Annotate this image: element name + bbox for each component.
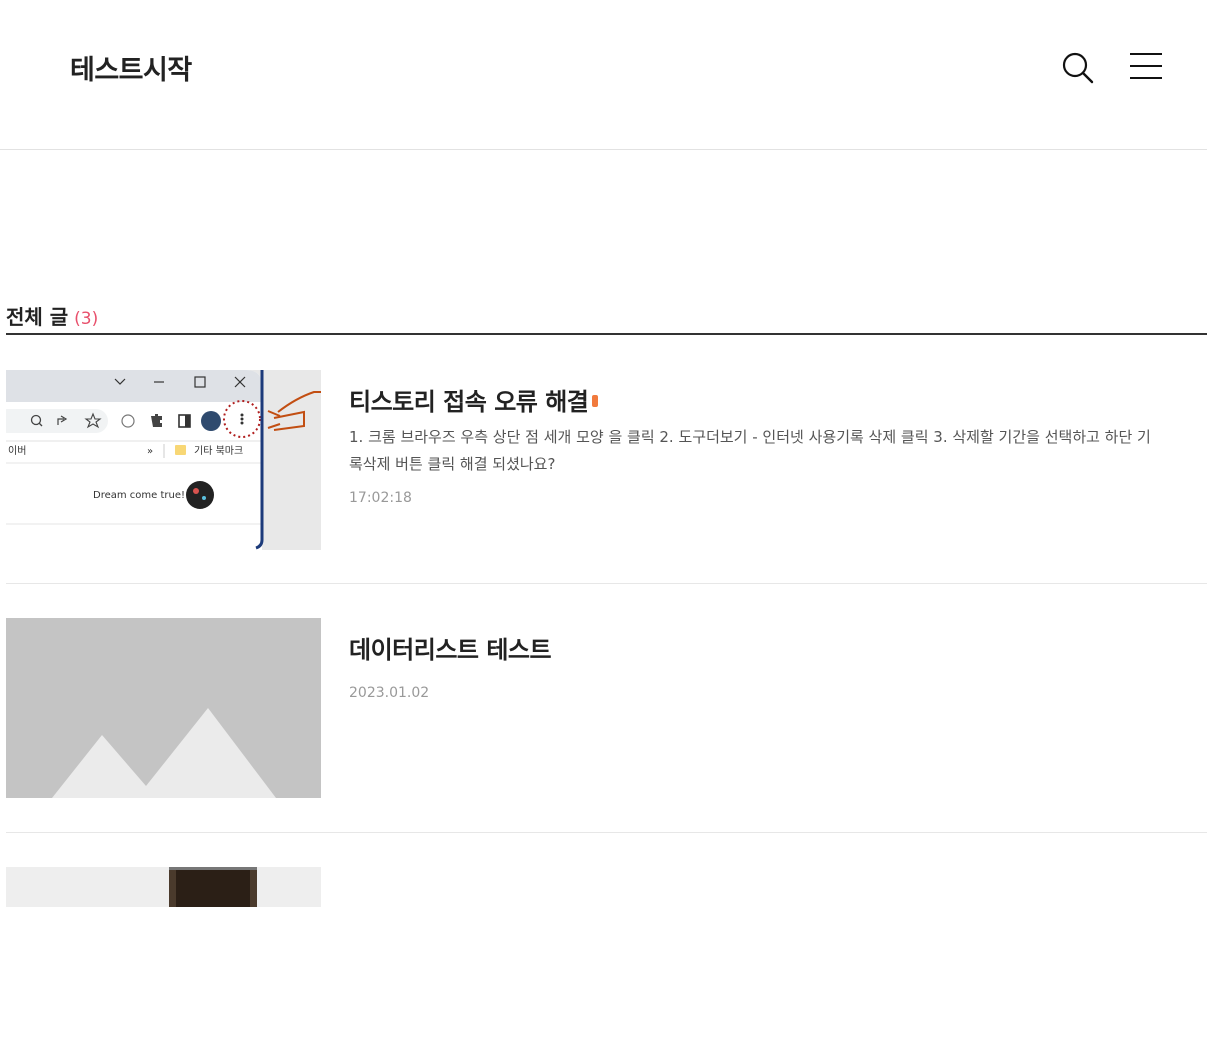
post-title[interactable]: 티스토리 접속 오류 해결 xyxy=(349,382,599,417)
post-item: 이버 » 기타 북마크 Dream come true! 티스토리 접속 오류 … xyxy=(6,370,1207,584)
post-date: 17:02:18 xyxy=(349,490,412,506)
post-title-text: 티스토리 접속 오류 해결 xyxy=(349,388,589,416)
post-thumbnail[interactable] xyxy=(6,618,321,798)
post-item xyxy=(6,867,1207,907)
category-title: 전체 글 xyxy=(6,304,69,329)
profile-text: Dream come true! xyxy=(93,490,185,501)
bookmark-left-label: 이버 xyxy=(8,445,26,457)
photo-thumbnail-image xyxy=(6,867,321,907)
browser-screenshot-image: 이버 » 기타 북마크 Dream come true! xyxy=(6,370,321,550)
post-thumbnail[interactable]: 이버 » 기타 북마크 Dream come true! xyxy=(6,370,321,550)
bookmark-more-label: » xyxy=(147,446,153,457)
menu-button[interactable] xyxy=(1126,50,1166,84)
post-date: 2023.01.02 xyxy=(349,685,430,701)
post-item: 데이터리스트 테스트 2023.01.02 xyxy=(6,618,1207,833)
post-thumbnail[interactable] xyxy=(6,867,321,1047)
category-heading: 전체 글 (3) xyxy=(6,301,98,330)
search-button[interactable] xyxy=(1058,48,1098,88)
new-post-icon xyxy=(592,395,599,407)
search-icon xyxy=(1062,52,1094,84)
post-title[interactable]: 데이터리스트 테스트 xyxy=(349,630,552,665)
bookmark-folder-label: 기타 북마크 xyxy=(194,445,243,457)
site-header: 테스트시작 xyxy=(0,0,1207,150)
placeholder-image-icon xyxy=(6,618,321,798)
hamburger-menu-icon xyxy=(1130,53,1162,79)
post-excerpt[interactable]: 1. 크롬 브라우즈 우측 상단 점 세개 모양 을 클릭 2. 도구더보기 -… xyxy=(349,424,1164,478)
post-count: (3) xyxy=(74,308,99,329)
site-title[interactable]: 테스트시작 xyxy=(70,48,192,87)
category-divider xyxy=(6,333,1207,335)
